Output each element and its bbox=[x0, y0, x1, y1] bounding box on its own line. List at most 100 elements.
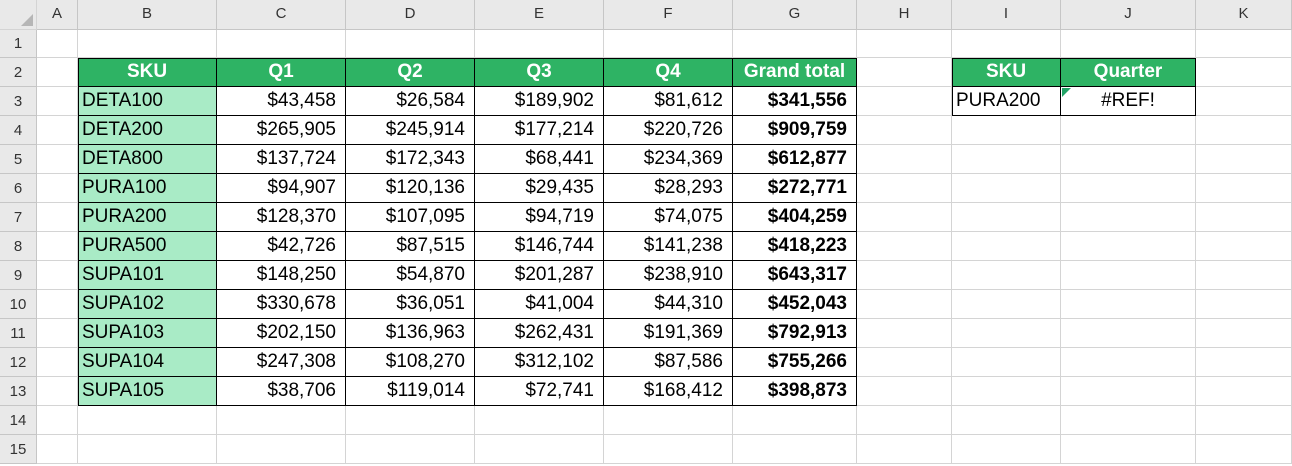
value-cell[interactable]: $312,102 bbox=[475, 348, 604, 377]
cell[interactable] bbox=[857, 174, 952, 203]
table-header-cell[interactable]: SKU bbox=[78, 58, 217, 87]
column-header-h[interactable]: H bbox=[857, 0, 952, 30]
row-header-9[interactable]: 9 bbox=[0, 261, 37, 290]
cell[interactable] bbox=[733, 435, 857, 464]
value-cell[interactable]: $81,612 bbox=[604, 87, 733, 116]
cell[interactable] bbox=[857, 116, 952, 145]
cell[interactable] bbox=[1061, 348, 1196, 377]
row-header-5[interactable]: 5 bbox=[0, 145, 37, 174]
grand-total-cell[interactable]: $792,913 bbox=[733, 319, 857, 348]
cell[interactable] bbox=[1196, 377, 1292, 406]
value-cell[interactable]: $36,051 bbox=[346, 290, 475, 319]
cell[interactable] bbox=[857, 261, 952, 290]
cell[interactable] bbox=[604, 30, 733, 58]
row-header-11[interactable]: 11 bbox=[0, 319, 37, 348]
cell[interactable] bbox=[952, 203, 1061, 232]
cell[interactable] bbox=[1196, 435, 1292, 464]
table-header-cell[interactable]: Q2 bbox=[346, 58, 475, 87]
column-header-k[interactable]: K bbox=[1196, 0, 1292, 30]
cell[interactable] bbox=[1061, 174, 1196, 203]
sku-cell[interactable]: DETA100 bbox=[78, 87, 217, 116]
value-cell[interactable]: $87,515 bbox=[346, 232, 475, 261]
sku-cell[interactable]: DETA800 bbox=[78, 145, 217, 174]
value-cell[interactable]: $119,014 bbox=[346, 377, 475, 406]
column-header-b[interactable]: B bbox=[78, 0, 217, 30]
cell[interactable] bbox=[857, 348, 952, 377]
cell[interactable] bbox=[37, 145, 78, 174]
cell[interactable] bbox=[37, 203, 78, 232]
grand-total-cell[interactable]: $341,556 bbox=[733, 87, 857, 116]
cell[interactable] bbox=[952, 174, 1061, 203]
row-header-6[interactable]: 6 bbox=[0, 174, 37, 203]
cell[interactable] bbox=[1196, 145, 1292, 174]
value-cell[interactable]: $172,343 bbox=[346, 145, 475, 174]
column-header-d[interactable]: D bbox=[346, 0, 475, 30]
cell[interactable] bbox=[37, 377, 78, 406]
sku-cell[interactable]: SUPA102 bbox=[78, 290, 217, 319]
cell[interactable] bbox=[37, 116, 78, 145]
cell[interactable] bbox=[952, 435, 1061, 464]
cell[interactable] bbox=[217, 435, 346, 464]
value-cell[interactable]: $44,310 bbox=[604, 290, 733, 319]
sku-cell[interactable]: SUPA104 bbox=[78, 348, 217, 377]
cell[interactable] bbox=[857, 203, 952, 232]
cell[interactable] bbox=[217, 30, 346, 58]
cell[interactable] bbox=[37, 261, 78, 290]
column-header-g[interactable]: G bbox=[733, 0, 857, 30]
grand-total-cell[interactable]: $643,317 bbox=[733, 261, 857, 290]
value-cell[interactable]: $107,095 bbox=[346, 203, 475, 232]
value-cell[interactable]: $87,586 bbox=[604, 348, 733, 377]
lookup-quarter-result[interactable]: #REF! bbox=[1061, 87, 1196, 116]
cell[interactable] bbox=[217, 406, 346, 435]
cell[interactable] bbox=[78, 435, 217, 464]
cell[interactable] bbox=[857, 377, 952, 406]
cell[interactable] bbox=[857, 145, 952, 174]
cell[interactable] bbox=[952, 232, 1061, 261]
value-cell[interactable]: $29,435 bbox=[475, 174, 604, 203]
cell[interactable] bbox=[1061, 319, 1196, 348]
cell[interactable] bbox=[604, 406, 733, 435]
cell[interactable] bbox=[37, 174, 78, 203]
cell[interactable] bbox=[952, 116, 1061, 145]
grand-total-cell[interactable]: $612,877 bbox=[733, 145, 857, 174]
cell[interactable] bbox=[1196, 261, 1292, 290]
cell[interactable] bbox=[37, 58, 78, 87]
cell[interactable] bbox=[1196, 58, 1292, 87]
value-cell[interactable]: $238,910 bbox=[604, 261, 733, 290]
cell[interactable] bbox=[1196, 116, 1292, 145]
cell[interactable] bbox=[37, 406, 78, 435]
cell[interactable] bbox=[733, 30, 857, 58]
value-cell[interactable]: $74,075 bbox=[604, 203, 733, 232]
value-cell[interactable]: $42,726 bbox=[217, 232, 346, 261]
cell[interactable] bbox=[952, 290, 1061, 319]
cell[interactable] bbox=[1061, 232, 1196, 261]
cell[interactable] bbox=[857, 406, 952, 435]
table-header-cell[interactable]: Q4 bbox=[604, 58, 733, 87]
cell[interactable] bbox=[1196, 290, 1292, 319]
cell[interactable] bbox=[1196, 87, 1292, 116]
cell[interactable] bbox=[857, 58, 952, 87]
value-cell[interactable]: $148,250 bbox=[217, 261, 346, 290]
grand-total-cell[interactable]: $398,873 bbox=[733, 377, 857, 406]
row-header-7[interactable]: 7 bbox=[0, 203, 37, 232]
grand-total-cell[interactable]: $452,043 bbox=[733, 290, 857, 319]
row-header-13[interactable]: 13 bbox=[0, 377, 37, 406]
cell[interactable] bbox=[37, 87, 78, 116]
value-cell[interactable]: $68,441 bbox=[475, 145, 604, 174]
cell[interactable] bbox=[1196, 319, 1292, 348]
value-cell[interactable]: $54,870 bbox=[346, 261, 475, 290]
row-header-3[interactable]: 3 bbox=[0, 87, 37, 116]
value-cell[interactable]: $72,741 bbox=[475, 377, 604, 406]
row-header-14[interactable]: 14 bbox=[0, 406, 37, 435]
value-cell[interactable]: $94,907 bbox=[217, 174, 346, 203]
row-header-12[interactable]: 12 bbox=[0, 348, 37, 377]
cell[interactable] bbox=[1061, 261, 1196, 290]
column-header-i[interactable]: I bbox=[952, 0, 1061, 30]
cell[interactable] bbox=[857, 435, 952, 464]
column-header-f[interactable]: F bbox=[604, 0, 733, 30]
grand-total-cell[interactable]: $418,223 bbox=[733, 232, 857, 261]
sku-cell[interactable]: SUPA105 bbox=[78, 377, 217, 406]
cell[interactable] bbox=[1196, 203, 1292, 232]
cell[interactable] bbox=[952, 348, 1061, 377]
cell[interactable] bbox=[37, 435, 78, 464]
